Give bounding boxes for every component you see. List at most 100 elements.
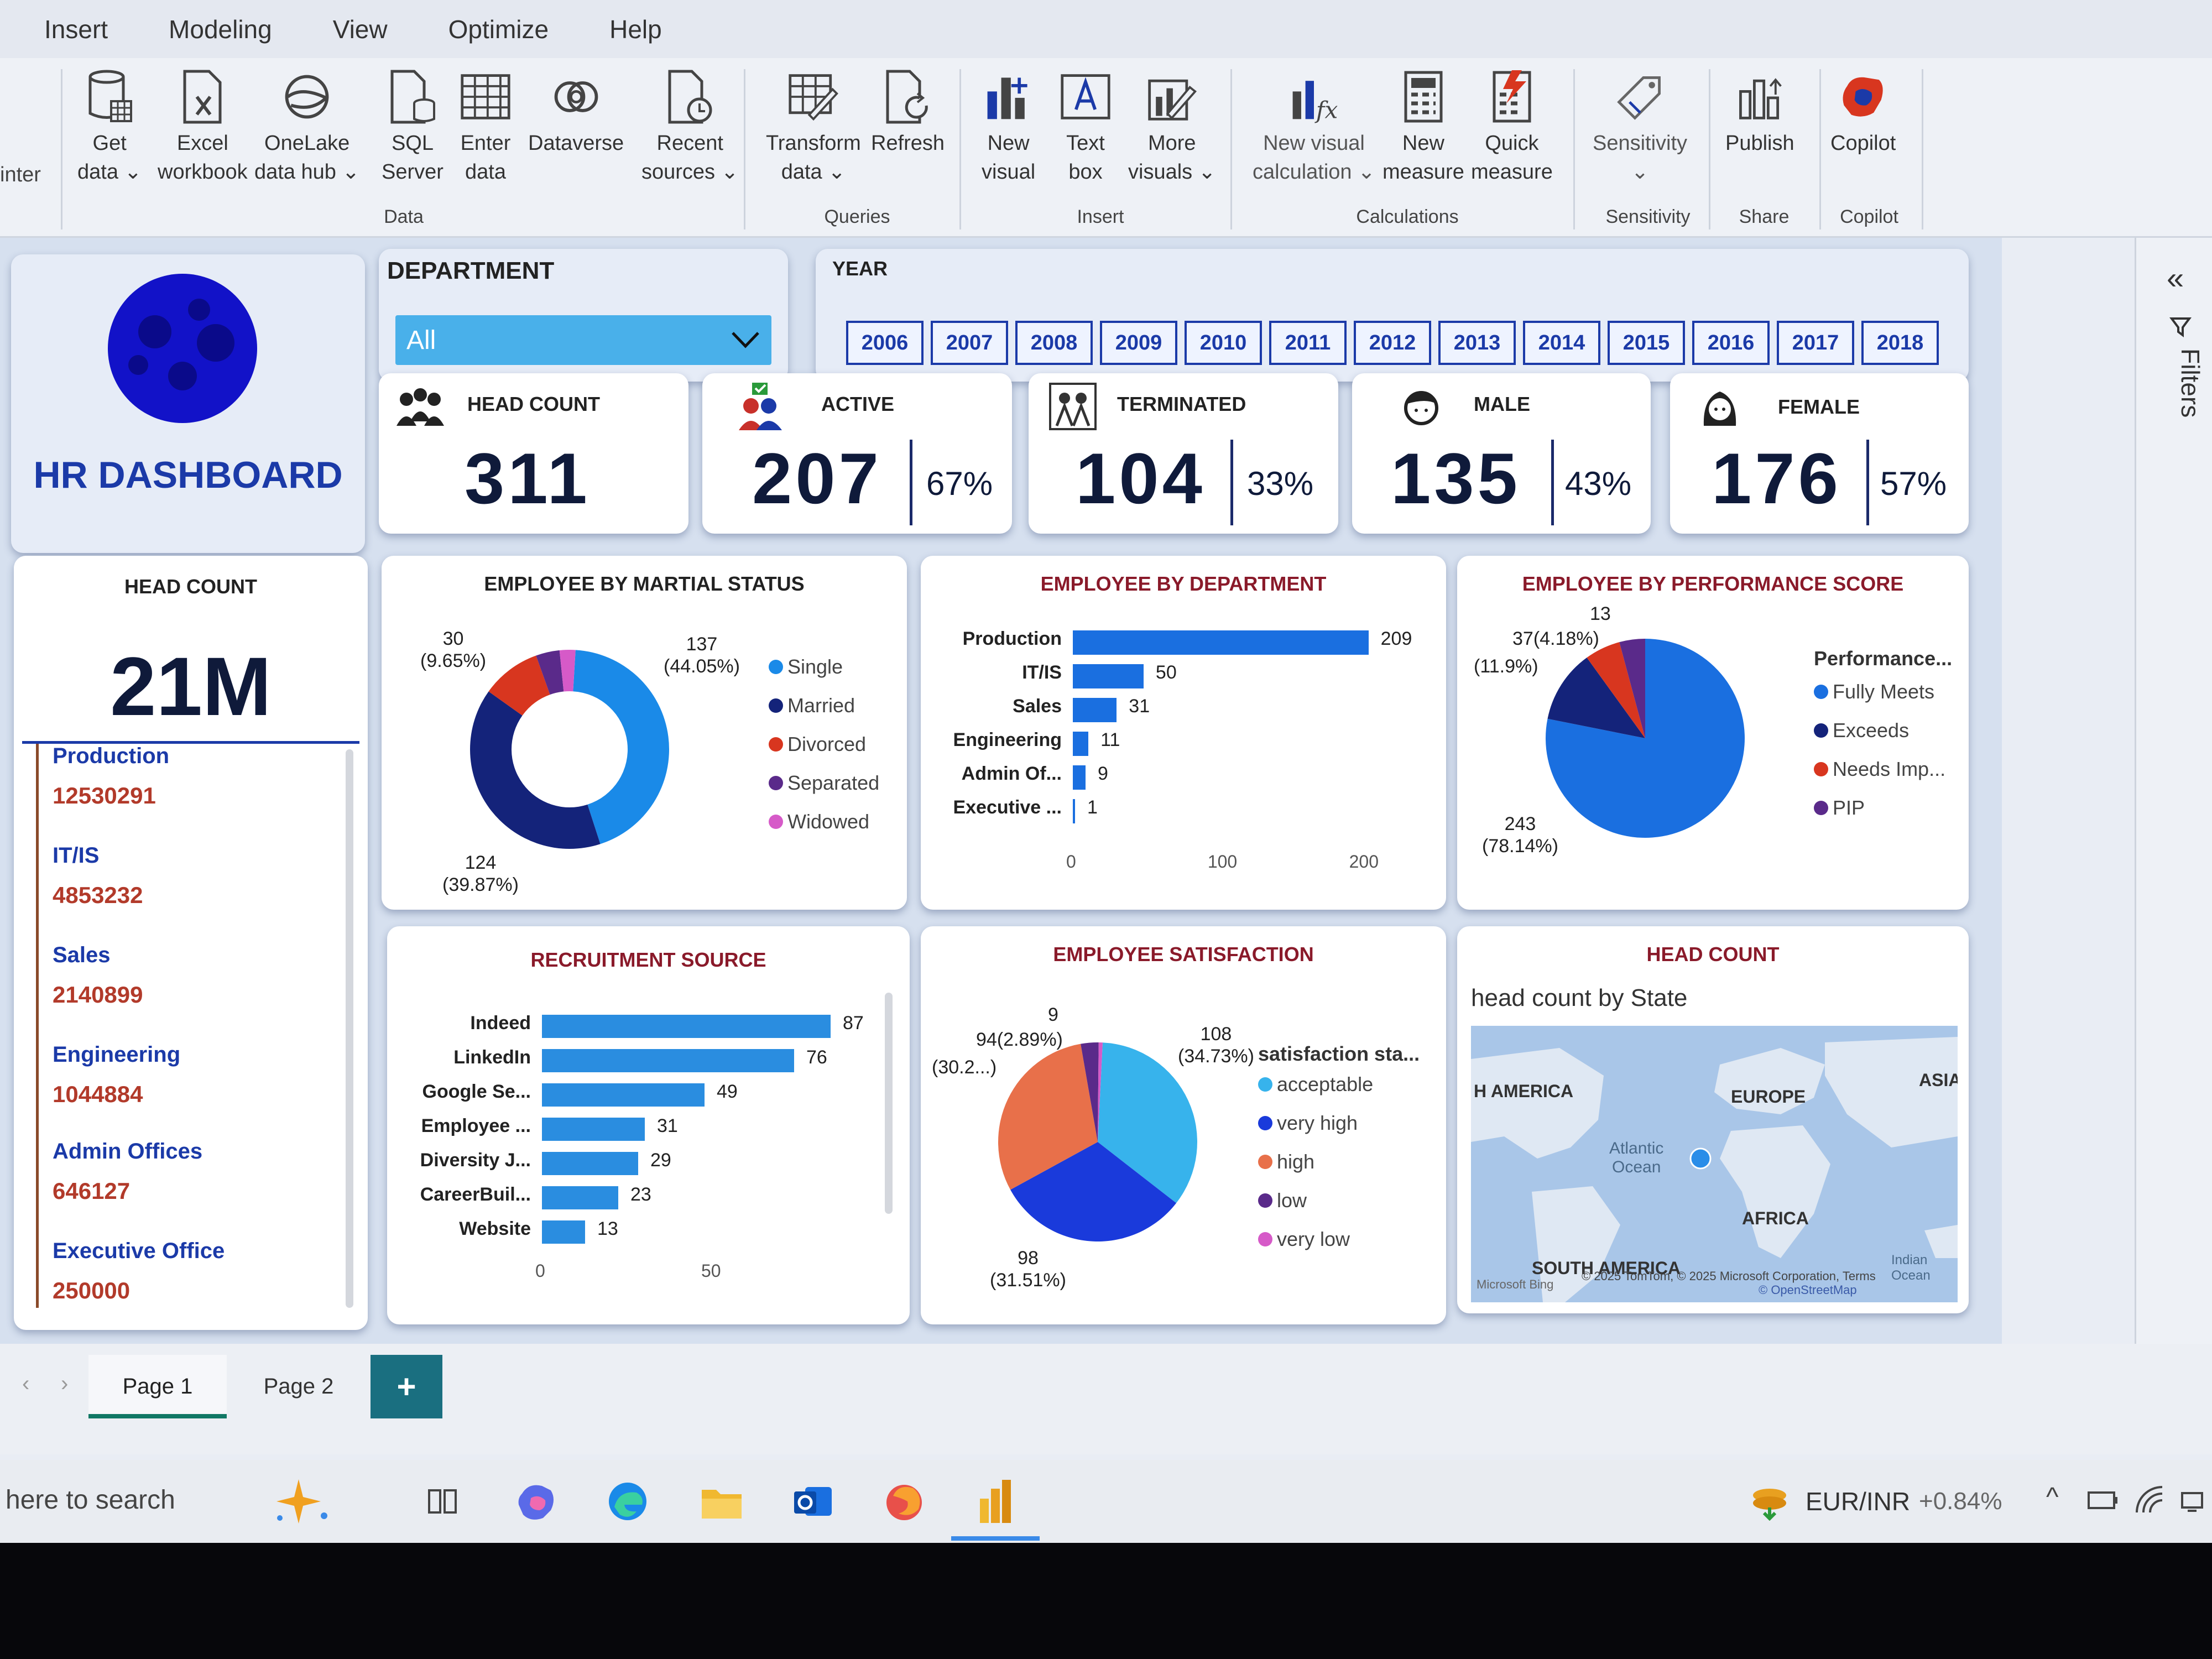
volume-icon[interactable] (2179, 1488, 2210, 1515)
recruitment-chart-title: RECRUITMENT SOURCE (530, 948, 766, 971)
get-data-button[interactable]: Get data ⌄ (77, 69, 142, 186)
legend-item-needs-improvement[interactable]: Needs Imp... (1814, 758, 1945, 781)
more-visuals-button[interactable]: More visuals ⌄ (1128, 69, 1216, 186)
marital-chart-title: EMPLOYEE BY MARTIAL STATUS (484, 572, 805, 595)
legend-item-very-high[interactable]: very high (1258, 1112, 1358, 1135)
department-slicer: DEPARTMENT All (379, 249, 788, 382)
bar-linkedin[interactable] (542, 1049, 794, 1072)
powerbi-taskbar-icon[interactable] (973, 1477, 1018, 1526)
filters-label[interactable]: Filters (2150, 348, 2205, 459)
bar-it-is[interactable] (1073, 664, 1144, 688)
ribbon: inter Get data ⌄ Excel workbook OneLake … (0, 58, 2212, 238)
legend-item-married[interactable]: Married (769, 694, 855, 717)
recruitment-scrollbar[interactable] (885, 993, 893, 1214)
collapse-filters-icon[interactable]: « (2167, 260, 2184, 296)
legend-item-exceeds[interactable]: Exceeds (1814, 719, 1909, 742)
taskbar-search[interactable]: here to search (6, 1485, 175, 1515)
file-explorer-icon[interactable] (700, 1482, 744, 1521)
year-2013-button[interactable]: 2013 (1438, 321, 1516, 365)
scroll-right-icon[interactable]: › (61, 1371, 68, 1396)
excel-workbook-button[interactable]: Excel workbook (158, 69, 248, 186)
menu-view[interactable]: View (333, 14, 388, 44)
edge-browser-icon[interactable] (606, 1479, 650, 1524)
list-scrollbar[interactable] (346, 749, 353, 1308)
copilot-button[interactable]: Copilot (1830, 69, 1896, 158)
legend-item-single[interactable]: Single (769, 655, 843, 679)
text-box-button[interactable]: Text box (1059, 69, 1112, 186)
year-2006-button[interactable]: 2006 (846, 321, 924, 365)
new-visual-button[interactable]: New visual (982, 69, 1035, 186)
world-map[interactable]: H AMERICA EUROPE ASIA Atlantic Ocean AFR… (1471, 1026, 1958, 1302)
bar-indeed[interactable] (542, 1015, 831, 1038)
menu-optimize[interactable]: Optimize (448, 14, 549, 44)
menu-modeling[interactable]: Modeling (169, 14, 272, 44)
quick-measure-button[interactable]: Quick measure (1471, 69, 1553, 186)
map-osm-link[interactable]: © OpenStreetMap (1759, 1283, 1857, 1297)
onelake-button[interactable]: OneLake data hub ⌄ (254, 69, 359, 186)
legend-item-widowed[interactable]: Widowed (769, 810, 869, 833)
bar-production[interactable] (1073, 630, 1369, 655)
list-item-name: Engineering (53, 1042, 181, 1067)
year-2007-button[interactable]: 2007 (931, 321, 1008, 365)
legend-item-divorced[interactable]: Divorced (769, 733, 866, 756)
performance-pie-chart (1546, 639, 1745, 838)
marital-slice-married[interactable] (470, 691, 601, 849)
scroll-left-icon[interactable]: ‹ (22, 1371, 29, 1396)
year-2016-button[interactable]: 2016 (1692, 321, 1770, 365)
year-2015-button[interactable]: 2015 (1608, 321, 1685, 365)
year-2014-button[interactable]: 2014 (1523, 321, 1600, 365)
sql-server-button[interactable]: SQL Server (382, 69, 444, 186)
year-2018-button[interactable]: 2018 (1861, 321, 1939, 365)
sparkle-icon[interactable] (271, 1474, 332, 1529)
calculator-icon (1397, 69, 1450, 124)
year-2012-button[interactable]: 2012 (1354, 321, 1431, 365)
transform-data-button[interactable]: Transform data ⌄ (766, 69, 861, 186)
enter-data-button[interactable]: Enter data (459, 69, 512, 186)
firefox-icon[interactable] (882, 1479, 926, 1524)
recent-sources-button[interactable]: Recent sources ⌄ (641, 69, 738, 186)
bar-employee[interactable] (542, 1118, 645, 1141)
bar-executive[interactable] (1073, 799, 1075, 823)
bar-diversity-j[interactable] (542, 1152, 638, 1175)
ribbon-group-calculations: Calculations (1356, 206, 1459, 227)
menu-insert[interactable]: Insert (44, 14, 108, 44)
task-view-icon[interactable] (426, 1485, 459, 1518)
sensitivity-button[interactable]: Sensitivity ⌄ (1593, 69, 1687, 186)
bar-sales[interactable] (1073, 698, 1117, 722)
menu-help[interactable]: Help (609, 14, 662, 44)
copilot-taskbar-icon[interactable] (514, 1479, 559, 1524)
year-2009-button[interactable]: 2009 (1100, 321, 1177, 365)
legend-item-low[interactable]: low (1258, 1189, 1307, 1212)
bar-engineering[interactable] (1073, 732, 1089, 756)
bar-admin-of[interactable] (1073, 765, 1086, 790)
battery-icon[interactable] (2088, 1490, 2119, 1510)
dataverse-button[interactable]: Dataverse (528, 69, 624, 158)
refresh-button[interactable]: Refresh (871, 69, 945, 158)
year-2008-button[interactable]: 2008 (1015, 321, 1093, 365)
bar-careerbuil[interactable] (542, 1186, 618, 1209)
outlook-icon[interactable] (791, 1479, 835, 1524)
year-2010-button[interactable]: 2010 (1185, 321, 1262, 365)
legend-item-pip[interactable]: PIP (1814, 796, 1865, 820)
add-page-button[interactable]: + (371, 1355, 442, 1418)
chevron-up-icon[interactable]: ^ (2046, 1482, 2059, 1512)
legend-item-very-low[interactable]: very low (1258, 1228, 1350, 1251)
legend-item-separated[interactable]: Separated (769, 771, 879, 795)
publish-button[interactable]: Publish (1725, 69, 1794, 158)
wifi-icon[interactable] (2135, 1485, 2166, 1516)
bar-website[interactable] (542, 1220, 585, 1244)
year-2011-button[interactable]: 2011 (1269, 321, 1347, 365)
legend-item-high[interactable]: high (1258, 1150, 1314, 1173)
year-2017-button[interactable]: 2017 (1777, 321, 1854, 365)
new-measure-button[interactable]: New measure (1383, 69, 1464, 186)
bar-category-label: Engineering (953, 729, 1062, 750)
department-dropdown[interactable]: All (395, 315, 771, 365)
excel-icon (176, 69, 229, 124)
legend-item-acceptable[interactable]: acceptable (1258, 1073, 1373, 1096)
tab-page-2[interactable]: Page 2 (243, 1355, 354, 1418)
tab-page-1[interactable]: Page 1 (88, 1355, 227, 1418)
ticker-symbol[interactable]: EUR/INR (1806, 1486, 1910, 1516)
bar-google-se[interactable] (542, 1083, 705, 1107)
new-visual-calculation-button[interactable]: fx New visual calculation ⌄ (1253, 69, 1375, 186)
legend-item-fully-meets[interactable]: Fully Meets (1814, 680, 1934, 703)
